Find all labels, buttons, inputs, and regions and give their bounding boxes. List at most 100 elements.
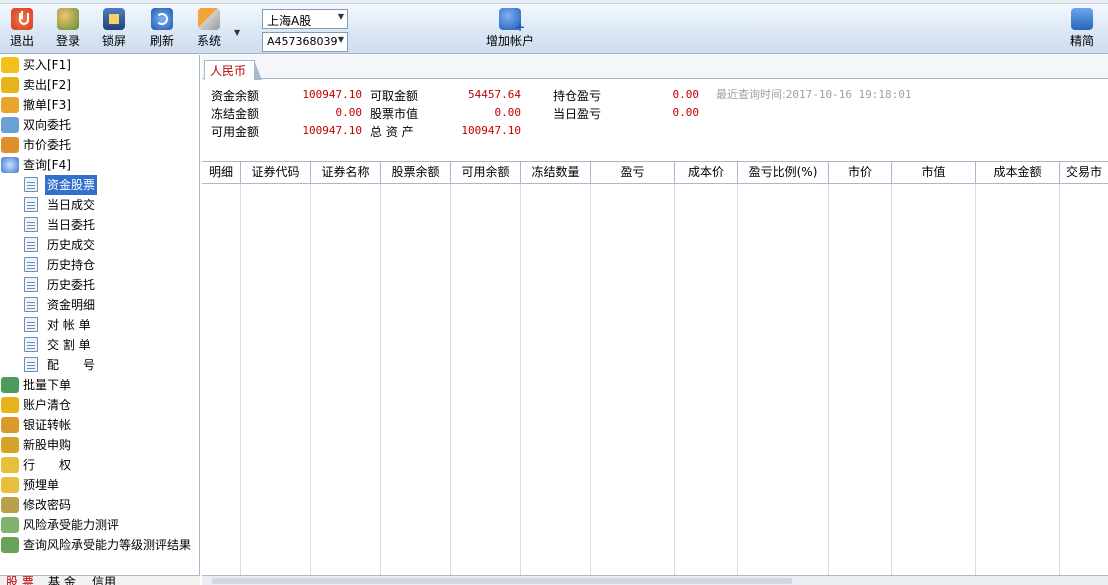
document-icon <box>24 337 38 352</box>
market-select[interactable]: 上海A股 ▼ <box>262 9 348 29</box>
tree-item-label: 对 帐 单 <box>47 318 91 332</box>
column-header[interactable]: 证券名称 <box>311 162 381 184</box>
withdrawable-value: 54457.64 <box>468 88 521 101</box>
total-assets-value: 100947.10 <box>461 124 521 137</box>
tree-item-prepared-order[interactable]: 预埋单 <box>0 475 198 495</box>
tree-item-label: 卖出[F2] <box>23 78 71 92</box>
risk-test-icon <box>1 517 19 533</box>
tree-item-batch-order[interactable]: 批量下单 <box>0 375 198 395</box>
account-select-value: A457368039 <box>267 35 338 48</box>
column-header[interactable]: 盈亏 <box>591 162 675 184</box>
tree-item-today-orders[interactable]: 当日委托 <box>0 215 198 235</box>
tree-item-statement[interactable]: 对 帐 单 <box>0 315 198 335</box>
lock-screen-button[interactable]: 锁屏 <box>92 8 136 52</box>
column-header[interactable]: 股票余额 <box>381 162 451 184</box>
tree-item-query[interactable]: 查询[F4] <box>0 155 198 175</box>
column-header[interactable]: 成本价 <box>675 162 738 184</box>
tab-stock[interactable]: 股 票 <box>2 576 38 585</box>
column-header[interactable]: 市价 <box>829 162 892 184</box>
bottom-tab-bar: 股 票 基 金 信用 <box>0 575 200 585</box>
chevron-down-icon: ▼ <box>337 35 344 44</box>
sell-all-icon <box>1 397 19 413</box>
account-select[interactable]: A457368039 ▼ <box>262 32 348 52</box>
column-header[interactable]: 冻结数量 <box>521 162 591 184</box>
login-button[interactable]: 登录 <box>46 8 90 52</box>
available-amount-value: 100947.10 <box>302 124 362 137</box>
tree-item-history-orders[interactable]: 历史委托 <box>0 275 198 295</box>
tree-item-allotment[interactable]: 配 号 <box>0 355 198 375</box>
tree-item-ipo[interactable]: 新股申购 <box>0 435 198 455</box>
tree-item-buy[interactable]: 买入[F1] <box>0 55 198 75</box>
system-label: 系统 <box>196 34 221 48</box>
column-header[interactable]: 成本金额 <box>976 162 1060 184</box>
exit-label: 退出 <box>9 34 34 48</box>
tree-item-label: 修改密码 <box>23 498 72 512</box>
key-icon <box>1 497 19 513</box>
column-header[interactable]: 明细 <box>202 162 241 184</box>
magnifier-icon <box>1 157 19 173</box>
tree-item-change-password[interactable]: 修改密码 <box>0 495 198 515</box>
power-icon <box>11 8 33 30</box>
tree-item-label: 行 权 <box>23 458 72 472</box>
frozen-amount-value: 0.00 <box>335 106 363 119</box>
tree-item-bidirectional[interactable]: 双向委托 <box>0 115 198 135</box>
tree-item-exercise[interactable]: 行 权 <box>0 455 198 475</box>
horizontal-scrollbar[interactable] <box>202 575 1108 585</box>
tree-item-history-deals[interactable]: 历史成交 <box>0 235 198 255</box>
tree-item-fund-stock[interactable]: 资金股票 <box>0 175 198 195</box>
column-header[interactable]: 证券代码 <box>241 162 311 184</box>
system-dropdown-arrow-icon[interactable]: ▼ <box>234 28 240 37</box>
tree-item-today-deals[interactable]: 当日成交 <box>0 195 198 215</box>
table-column <box>892 184 976 579</box>
tree-item-fund-details[interactable]: 资金明细 <box>0 295 198 315</box>
hand-stop-icon <box>1 97 19 113</box>
refresh-button[interactable]: 刷新 <box>140 8 184 52</box>
table-column <box>976 184 1060 579</box>
column-header[interactable]: 交易市 <box>1060 162 1108 184</box>
tree-item-label: 历史委托 <box>47 278 96 292</box>
tree-item-risk-result[interactable]: 查询风险承受能力等级测评结果 <box>0 535 198 555</box>
tree-item-label: 市价委托 <box>23 138 72 152</box>
tree-item-label: 当日委托 <box>47 218 96 232</box>
tree-item-cancel[interactable]: 撤单[F3] <box>0 95 198 115</box>
tab-rmb[interactable]: 人民币 <box>204 60 263 80</box>
table-column <box>381 184 451 579</box>
exit-button[interactable]: 退出 <box>0 8 44 52</box>
simple-view-icon <box>1071 8 1093 30</box>
last-query-time: 最近查询时间:2017-10-16 19:18:01 <box>716 86 912 102</box>
document-icon <box>24 277 38 292</box>
tab-credit[interactable]: 信用 <box>88 576 120 585</box>
table-column <box>675 184 738 579</box>
risk-result-icon <box>1 537 19 553</box>
table-column <box>241 184 311 579</box>
position-pl-label: 持仓盈亏 <box>553 89 602 103</box>
tree-item-clear-position[interactable]: 账户清仓 <box>0 395 198 415</box>
refresh-icon <box>151 8 173 30</box>
tree-item-risk-test[interactable]: 风险承受能力测评 <box>0 515 198 535</box>
stock-value-value: 0.00 <box>494 106 522 119</box>
trading-window: 退出 登录 锁屏 刷新 系统 ▼ 上海A股 ▼ A457368039 ▼ + 增… <box>0 0 1108 585</box>
tree-item-bank-transfer[interactable]: 银证转帐 <box>0 415 198 435</box>
tree-item-label: 撤单[F3] <box>23 98 71 112</box>
scrollbar-thumb[interactable] <box>212 578 792 584</box>
tree-item-market-order[interactable]: 市价委托 <box>0 135 198 155</box>
column-header[interactable]: 市值 <box>892 162 976 184</box>
toolbar: 退出 登录 锁屏 刷新 系统 ▼ 上海A股 ▼ A457368039 ▼ + 增… <box>0 0 1108 54</box>
column-header[interactable]: 盈亏比例(%) <box>738 162 829 184</box>
today-pl-label: 当日盈亏 <box>553 107 602 121</box>
add-account-button[interactable]: 增加帐户 <box>484 8 536 52</box>
market-select-value: 上海A股 <box>267 14 312 28</box>
simple-mode-button[interactable]: 精简 <box>1060 8 1104 52</box>
tree-item-delivery[interactable]: 交 割 单 <box>0 335 198 355</box>
market-order-icon <box>1 137 19 153</box>
last-query-label: 最近查询时间: <box>716 88 786 101</box>
tree-item-label: 预埋单 <box>23 478 60 492</box>
tree-item-sell[interactable]: 卖出[F2] <box>0 75 198 95</box>
tab-fund[interactable]: 基 金 <box>44 576 80 585</box>
column-header[interactable]: 可用余额 <box>451 162 521 184</box>
lock-screen-label: 锁屏 <box>101 34 126 48</box>
tree-item-history-positions[interactable]: 历史持仓 <box>0 255 198 275</box>
tree-item-label: 交 割 单 <box>47 338 91 352</box>
system-button[interactable]: 系统 <box>187 8 231 52</box>
last-query-value: 2017-10-16 19:18:01 <box>785 88 912 101</box>
